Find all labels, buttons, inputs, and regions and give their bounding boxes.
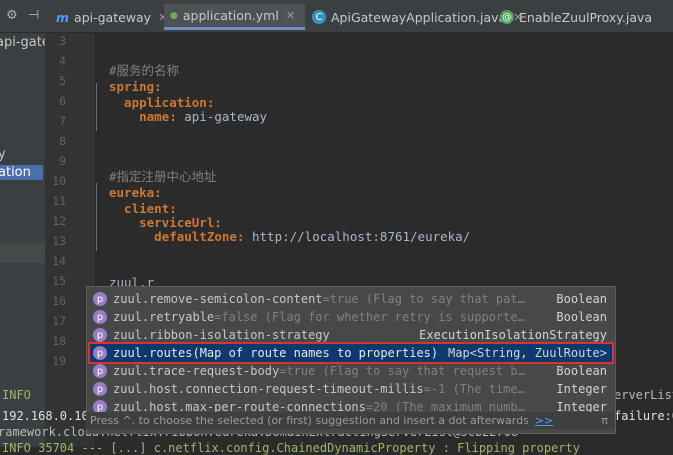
close-icon[interactable]: ✕ — [286, 9, 295, 22]
completion-item-type: Integer — [556, 382, 607, 396]
tab-api-gateway[interactable]: m api-gateway ✕ — [50, 4, 167, 30]
completion-item-name: zuul.ribbon-isolation-strategy — [113, 328, 330, 342]
project-tree-item-selected[interactable]: ation — [0, 165, 43, 180]
line-number: 4 — [59, 54, 66, 68]
line-number: 3 — [59, 34, 66, 48]
completion-item[interactable]: p zuul.remove-semicolon-content =true (F… — [89, 290, 613, 308]
tab-label: application.yml — [182, 8, 279, 23]
yaml-key: defaultZone: — [109, 229, 245, 244]
completion-item-hint: (Map of route names to properties) — [192, 346, 439, 360]
tab-label: ApiGatewayApplication.java — [331, 9, 507, 25]
line-number: 16 — [52, 294, 66, 308]
line-number: 15 — [52, 274, 66, 288]
line-number: 13 — [52, 234, 66, 248]
completion-item-type: Boolean — [556, 292, 607, 306]
completion-item-type: Boolean — [556, 364, 607, 378]
gear-icon[interactable]: ⚙ — [6, 8, 18, 23]
line-number: 9 — [59, 154, 66, 168]
property-icon: p — [93, 364, 107, 378]
console-line-fragment: 192.168.0.10 — [2, 409, 89, 423]
line-number: 5 — [59, 74, 66, 88]
line-number: 19 — [52, 354, 66, 368]
completion-item[interactable]: p zuul.retryable =false (Flag for whethe… — [89, 308, 613, 326]
collapse-icon[interactable]: ⊣ — [28, 8, 39, 23]
completion-item-hint: =false (Flag for whether retry is suppor… — [214, 310, 525, 324]
tab-apigatewayapplication-java[interactable]: C ApiGatewayApplication.java ✕ — [306, 4, 522, 30]
pi-icon[interactable]: π — [601, 414, 608, 427]
completion-footer-text: Press ^. to choose the selected (or firs… — [90, 414, 529, 427]
property-icon: p — [93, 382, 107, 396]
console-line-fragment: failure:0; — [614, 409, 673, 423]
completion-item[interactable]: p zuul.ribbon-isolation-strategy Executi… — [89, 326, 613, 344]
completion-item-name: zuul.host.connection-request-timeout-mil… — [113, 382, 424, 396]
yaml-value: http://localhost:8761/eureka/ — [244, 229, 471, 244]
console-line-fragment: erverListBa — [614, 388, 673, 402]
java-class-icon: C — [312, 10, 326, 24]
line-number: 6 — [59, 94, 66, 108]
project-root-label[interactable]: api-gatew — [0, 35, 45, 50]
completion-item[interactable]: p zuul.host.connection-request-timeout-m… — [89, 380, 613, 398]
tab-label: api-gateway — [74, 9, 152, 25]
project-tree-row — [0, 243, 45, 263]
completion-item-hint: =true (Flag to say that request b… — [279, 364, 525, 378]
completion-item-name: zuul.trace-request-body — [113, 364, 280, 378]
yaml-value: api-gateway — [176, 109, 268, 124]
completion-item-type: Map<String, ZuulRoute> — [448, 346, 607, 360]
completion-footer-link[interactable]: >> — [535, 414, 553, 427]
property-icon: p — [93, 310, 107, 324]
line-number: 11 — [52, 194, 66, 208]
line-number: 7 — [59, 114, 66, 128]
line-number: 10 — [52, 174, 66, 188]
maven-module-icon: m — [56, 9, 70, 25]
completion-item-hint: =true (Flag to say that pat… — [322, 292, 525, 306]
line-number: 12 — [52, 214, 66, 228]
completion-item-type: ExecutionIsolationStrategy — [419, 328, 607, 342]
editor-tab-bar: ⚙ ⊣ m api-gateway ✕ ● application.yml ✕ … — [0, 0, 673, 33]
console-line: INFO 35704 --- [...] c.netflix.config.Ch… — [2, 441, 580, 455]
completion-item-selected[interactable]: p zuul.routes (Map of route names to pro… — [88, 342, 614, 364]
console-log-level: INFO — [2, 388, 31, 402]
line-number: 17 — [52, 314, 66, 328]
property-icon: p — [93, 292, 107, 306]
property-icon: p — [93, 346, 107, 360]
line-number: 14 — [52, 254, 66, 268]
property-icon: p — [93, 328, 107, 342]
tab-label: EnableZuulProxy.java — [519, 9, 653, 25]
tab-enablezuulproxy-java[interactable]: @ EnableZuulProxy.java — [494, 4, 673, 30]
completion-item-type: Boolean — [556, 310, 607, 324]
yaml-key: name: — [109, 109, 177, 124]
project-tree-item[interactable]: y — [0, 147, 6, 162]
completion-item-name: zuul.remove-semicolon-content — [113, 292, 323, 306]
line-number: 8 — [59, 134, 66, 148]
completion-item[interactable]: p zuul.trace-request-body =true (Flag to… — [89, 362, 613, 380]
code-line: name: api-gateway — [109, 107, 267, 127]
annotation-icon: @ — [500, 10, 514, 24]
completion-item-hint: =-1 (The time… — [423, 382, 525, 396]
project-panel: api-gatew y ation — [0, 33, 45, 447]
line-number: 18 — [52, 334, 66, 348]
completion-item-name: zuul.retryable — [113, 310, 215, 324]
completion-footer: Press ^. to choose the selected (or firs… — [86, 412, 614, 429]
yaml-file-icon: ● — [170, 10, 178, 21]
completion-item-name: zuul.routes — [113, 346, 193, 360]
code-line: defaultZone: http://localhost:8761/eurek… — [109, 227, 470, 247]
tab-application-yml[interactable]: ● application.yml ✕ — [164, 4, 305, 30]
